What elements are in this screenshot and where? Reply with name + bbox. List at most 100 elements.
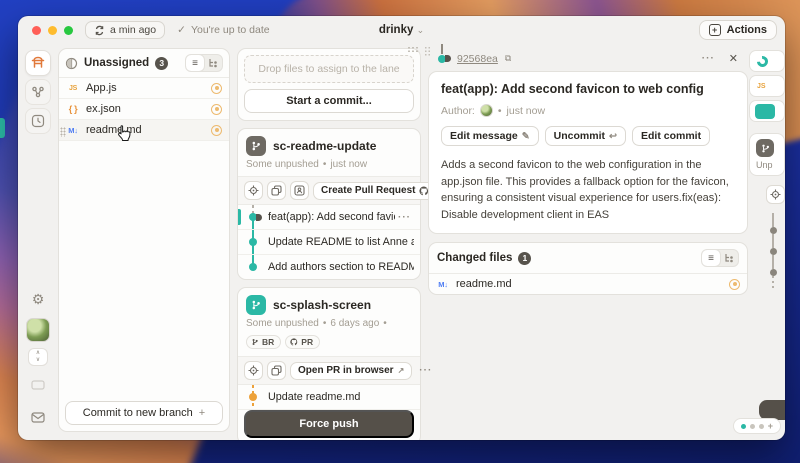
commit-row-selected[interactable]: feat(app): Add second favico... ··· xyxy=(238,205,420,230)
close-details-button[interactable]: ✕ xyxy=(725,52,742,65)
actions-button[interactable]: + Actions xyxy=(699,20,777,40)
zoom-window-button[interactable] xyxy=(64,26,73,35)
history-tab[interactable] xyxy=(25,108,51,134)
commit-dot xyxy=(770,227,777,234)
tree-view-icon xyxy=(208,58,218,68)
start-commit-button[interactable]: Start a commit... xyxy=(244,89,414,113)
fetch-button[interactable]: a min ago xyxy=(85,21,165,39)
branch-header[interactable]: sc-splash-screen xyxy=(238,288,420,317)
commit-row[interactable]: Add authors section to README file xyxy=(238,255,420,279)
branch-badge-pr[interactable]: PR xyxy=(285,335,320,349)
commit-line xyxy=(772,255,774,269)
app-window: a min ago ✓ You're up to date drinky ⌄ +… xyxy=(18,16,785,440)
file-view-toggle: ≡ xyxy=(185,54,223,72)
edit-commit-button[interactable]: Edit commit xyxy=(632,126,710,146)
add-action-icon: + xyxy=(709,24,721,36)
commit-dot xyxy=(770,248,777,255)
edit-message-button[interactable]: Edit message ✎ xyxy=(441,126,539,146)
branch-actions-row: Open PR in browser ↗ ··· xyxy=(238,356,420,385)
details-more-button[interactable]: ··· xyxy=(699,53,718,64)
open-pr-button[interactable]: Open PR in browser ↗ xyxy=(290,362,412,380)
tree-view-button[interactable] xyxy=(204,55,222,71)
lane-drag-handle-icon[interactable] xyxy=(407,46,419,53)
commit-to-new-branch-button[interactable]: Commit to new branch + xyxy=(65,401,223,425)
commit-action-buttons: Edit message ✎ Uncommit ↩ Edit commit xyxy=(441,126,735,146)
uncommit-button[interactable]: Uncommit ↩ xyxy=(545,126,626,146)
copy-button[interactable] xyxy=(267,361,286,380)
dot-separator: • xyxy=(498,105,502,117)
peek-file-chip[interactable] xyxy=(749,100,785,122)
markdown-file-icon: M↓ xyxy=(436,280,450,289)
commit-dot xyxy=(770,269,777,276)
modified-status-icon xyxy=(211,125,222,136)
pencil-icon: ✎ xyxy=(522,131,530,142)
lane-switcher-pill[interactable]: + xyxy=(733,418,781,434)
commit-hash-link[interactable]: 92568ea xyxy=(457,53,498,65)
gear-icon: ⚙ xyxy=(32,291,45,308)
lane-indicator-active[interactable] xyxy=(741,424,746,429)
preview-button[interactable] xyxy=(25,372,51,398)
branch-name: sc-splash-screen xyxy=(273,298,371,312)
branches-tab[interactable] xyxy=(25,79,51,105)
focus-button[interactable] xyxy=(244,361,263,380)
commit-row[interactable]: Update README to list Anne as pr... xyxy=(238,230,420,255)
file-name: App.js xyxy=(86,82,117,94)
focus-button[interactable] xyxy=(244,181,263,200)
file-row-exjson[interactable]: { } ex.json xyxy=(59,99,229,120)
branch-card-sc-readme-update: sc-readme-update Some unpushed • just no… xyxy=(237,128,421,280)
peek-branch-card[interactable]: Unp xyxy=(749,133,785,176)
desktop-wallpaper: a min ago ✓ You're up to date drinky ⌄ +… xyxy=(0,0,800,463)
commit-more-button[interactable]: ··· xyxy=(395,212,414,223)
peek-file-chip[interactable] xyxy=(749,50,785,72)
tree-view-button[interactable] xyxy=(720,250,738,266)
force-push-button[interactable]: Force push xyxy=(244,410,414,438)
list-view-button[interactable]: ≡ xyxy=(186,55,204,71)
modified-status-icon xyxy=(211,104,222,115)
file-row-readmemd[interactable]: M↓ readme.md xyxy=(59,120,229,141)
list-view-button[interactable]: ≡ xyxy=(702,250,720,266)
settings-button[interactable]: ⚙ xyxy=(25,286,51,312)
commit-line xyxy=(772,213,774,227)
copy-hash-icon[interactable]: ⧉ xyxy=(505,53,511,64)
copy-icon xyxy=(271,185,282,196)
branch-badge-br[interactable]: BR xyxy=(246,335,281,349)
account-switcher[interactable]: ∧ ∨ xyxy=(28,348,48,366)
review-button[interactable] xyxy=(290,181,309,200)
lane-indicator[interactable] xyxy=(759,424,764,429)
peek-dark-button-fragment[interactable] xyxy=(759,400,785,420)
close-window-button[interactable] xyxy=(32,26,41,35)
changed-file-row[interactable]: M↓ readme.md xyxy=(429,274,747,294)
commit-to-new-branch-label: Commit to new branch xyxy=(83,407,193,419)
screen-edge-tab xyxy=(0,118,5,138)
commit-details-header: 92568ea ⧉ ··· ✕ xyxy=(428,48,748,71)
commit-card: feat(app): Add second favicon to web con… xyxy=(428,71,748,234)
create-pull-request-button[interactable]: Create Pull Request xyxy=(313,182,437,200)
focus-icon xyxy=(248,365,259,376)
minimize-window-button[interactable] xyxy=(48,26,57,35)
file-dropzone[interactable]: Drop files to assign to the lane xyxy=(244,55,414,83)
branch-icon xyxy=(756,139,774,157)
add-lane-button[interactable]: + xyxy=(768,421,773,431)
branch-header[interactable]: sc-readme-update xyxy=(238,129,420,158)
file-name: ex.json xyxy=(86,103,121,115)
user-avatar[interactable] xyxy=(26,318,50,342)
project-name[interactable]: drinky xyxy=(379,24,414,36)
json-file-icon: { } xyxy=(66,104,80,114)
unassigned-empty-area xyxy=(59,141,229,395)
file-view-toggle: ≡ xyxy=(701,249,739,267)
branch-time: 6 days ago xyxy=(330,318,379,329)
feedback-button[interactable] xyxy=(25,404,51,430)
copy-button[interactable] xyxy=(267,181,286,200)
workspace-tab[interactable] xyxy=(25,50,51,76)
unassigned-count-badge: 3 xyxy=(155,57,168,70)
drag-handle-icon[interactable] xyxy=(60,127,66,137)
window-body: ⚙ ∧ ∨ xyxy=(18,44,785,440)
commit-row[interactable]: Update readme.md xyxy=(238,385,420,410)
dropzone-hint: Drop files to assign to the lane xyxy=(258,63,399,75)
peek-file-chip[interactable]: JS xyxy=(749,75,785,97)
commit-dot xyxy=(249,238,257,246)
lane-indicator[interactable] xyxy=(750,424,755,429)
file-row-appjs[interactable]: JS App.js xyxy=(59,78,229,99)
open-pr-label: Open PR in browser xyxy=(298,365,394,376)
focus-button[interactable] xyxy=(766,185,785,204)
